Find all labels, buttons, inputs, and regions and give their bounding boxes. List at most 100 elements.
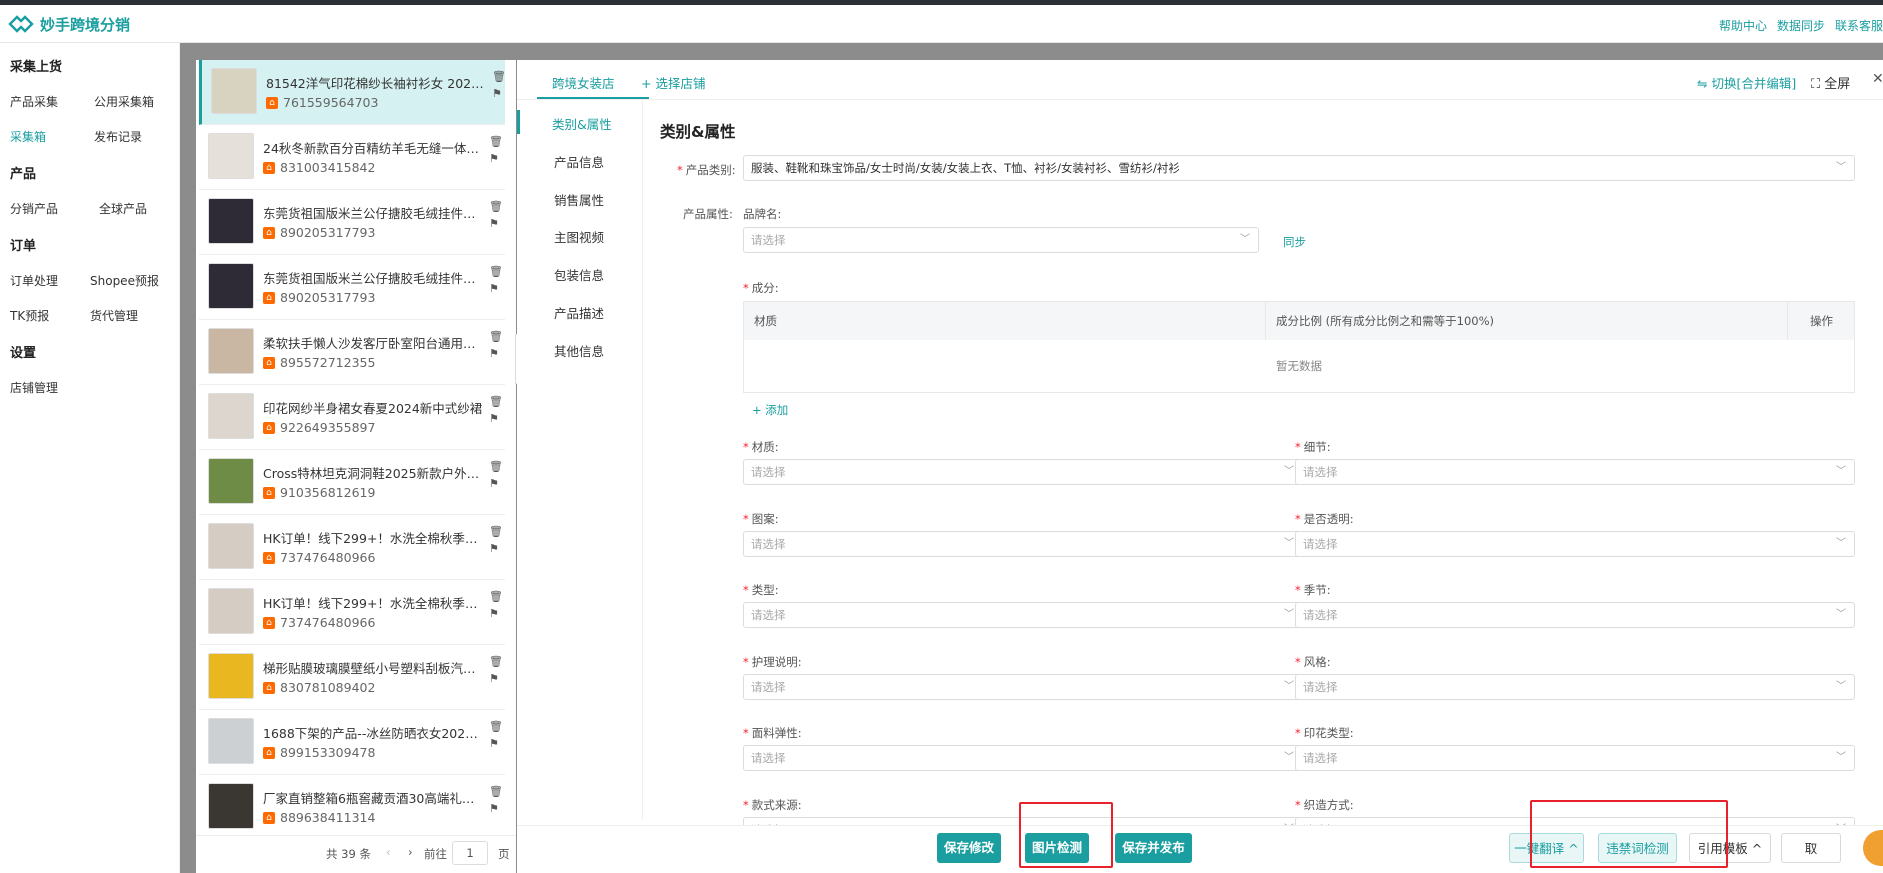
close-icon[interactable]: ✕: [1872, 71, 1883, 87]
attr-field-select[interactable]: 请选择 ﹀: [743, 530, 1303, 557]
section-nav-sales-attr[interactable]: 销售属性: [554, 190, 604, 209]
trash-icon[interactable]: 🗑: [489, 525, 503, 538]
flag-icon[interactable]: ⚑: [489, 542, 501, 555]
next-page-icon[interactable]: ›: [408, 845, 413, 859]
list-item[interactable]: 柔软扶手懒人沙发客厅卧室阳台通用休闲椅 ⌂ 895572712355 🗑 ⚑: [199, 320, 505, 385]
flag-icon[interactable]: ⚑: [489, 477, 501, 490]
prev-page-icon[interactable]: ‹: [386, 845, 391, 859]
flag-icon[interactable]: ⚑: [492, 87, 504, 100]
list-item[interactable]: 梯形贴膜玻璃膜壁纸小号塑料刮板汽车贴膜 ⌂ 830781089402 🗑 ⚑: [199, 645, 505, 710]
section-nav-product-info[interactable]: 产品信息: [554, 152, 604, 171]
chevron-down-icon: ﹀: [1284, 752, 1294, 763]
select-shop-button[interactable]: + 选择店铺: [641, 73, 705, 92]
attr-field-label: * 面料弹性:: [743, 726, 802, 740]
section-nav-category[interactable]: 类别&属性: [552, 114, 612, 133]
save-publish-button[interactable]: 保存并发布: [1115, 833, 1192, 863]
fullscreen-button[interactable]: ⛶ 全屏: [1811, 73, 1850, 92]
flag-icon[interactable]: ⚑: [489, 737, 501, 750]
trash-icon[interactable]: 🗑: [489, 330, 503, 343]
highlight-box-image-check: [1019, 802, 1113, 868]
sidebar-item-shop-manage[interactable]: 店铺管理: [10, 379, 58, 396]
add-composition-button[interactable]: + 添加: [752, 402, 788, 418]
chat-widget-icon[interactable]: [1863, 830, 1883, 866]
attr-field-select[interactable]: 请选择 ﹀: [1295, 459, 1855, 485]
product-thumbnail: [208, 133, 254, 179]
trash-icon[interactable]: 🗑: [489, 135, 503, 148]
trash-icon[interactable]: 🗑: [489, 395, 503, 408]
contact-support-link[interactable]: 联系客服: [1835, 17, 1883, 34]
flag-icon[interactable]: ⚑: [489, 217, 501, 230]
flag-icon[interactable]: ⚑: [489, 282, 501, 295]
flag-icon[interactable]: ⚑: [489, 347, 501, 360]
section-nav-description[interactable]: 产品描述: [554, 303, 604, 322]
section-nav-indicator: [517, 110, 520, 134]
product-title: 柔软扶手懒人沙发客厅卧室阳台通用休闲椅: [263, 336, 483, 351]
trash-icon[interactable]: 🗑: [489, 655, 503, 668]
chevron-down-icon: ﹀: [1284, 609, 1294, 620]
sidebar-item-collect-box[interactable]: 采集箱: [10, 128, 46, 145]
product-id: 899153309478: [280, 745, 376, 760]
list-item[interactable]: 东莞货祖国版米兰公仔搪胶毛绒挂件钥匙扣 ⌂ 890205317793 🗑 ⚑: [199, 255, 505, 320]
switch-merge-edit-button[interactable]: ⇋ 切换[合并编辑]: [1697, 73, 1796, 92]
flag-icon[interactable]: ⚑: [489, 607, 501, 620]
sidebar-item-dist-product[interactable]: 分销产品: [10, 200, 58, 217]
sync-brand-button[interactable]: 同步: [1283, 234, 1306, 250]
list-item[interactable]: 印花网纱半身裙女春夏2024新中式纱裙 ⌂ 922649355897 🗑 ⚑: [199, 385, 505, 450]
list-item[interactable]: 1688下架的产品--冰丝防晒衣女2025新款 ⌂ 899153309478 🗑 ⚑: [199, 710, 505, 775]
product-id-row: ⌂ 899153309478: [263, 745, 375, 760]
tab-shop[interactable]: 跨境女装店: [552, 73, 615, 92]
flag-icon[interactable]: ⚑: [489, 152, 501, 165]
list-item[interactable]: HK订单！线下299+！水洗全棉秋季新款 ⌂ 737476480966 🗑 ⚑: [199, 580, 505, 645]
attr-field-select[interactable]: 请选择 ﹀: [743, 602, 1303, 628]
list-item[interactable]: HK订单！线下299+！水洗全棉秋季新款 ⌂ 737476480966 🗑 ⚑: [199, 515, 505, 580]
category-select[interactable]: 服装、鞋靴和珠宝饰品/女士时尚/女装/女装上衣、T恤、衬衫/女装衬衫、雪纺衫/衬…: [743, 155, 1855, 181]
product-id: 737476480966: [280, 615, 376, 630]
list-item[interactable]: Cross特林坦克洞洞鞋2025新款户外沙滩鞋 ⌂ 910356812619 🗑 ⚑: [199, 450, 505, 515]
attr-field-select[interactable]: 请选择 ﹀: [1295, 602, 1855, 628]
attr-field-select[interactable]: 请选择 ﹀: [743, 459, 1303, 485]
product-thumbnail: [208, 653, 254, 699]
section-nav-other[interactable]: 其他信息: [554, 341, 604, 360]
list-item[interactable]: 东莞货祖国版米兰公仔搪胶毛绒挂件钥匙扣 ⌂ 890205317793 🗑 ⚑: [199, 190, 505, 255]
sidebar-item-global-product[interactable]: 全球产品: [99, 200, 147, 217]
sidebar-item-public-box[interactable]: 公用采集箱: [94, 93, 154, 110]
sidebar-item-forwarder[interactable]: 货代管理: [90, 307, 138, 324]
data-sync-link[interactable]: 数据同步: [1777, 17, 1825, 34]
sidebar-item-tk-forecast[interactable]: TK预报: [10, 307, 49, 324]
flag-icon[interactable]: ⚑: [489, 412, 501, 425]
page-input[interactable]: 1: [452, 841, 488, 865]
trash-icon[interactable]: 🗑: [489, 265, 503, 278]
list-item[interactable]: 厂家直销整箱6瓶窖藏贡酒30高端礼盒装 ⌂ 889638411314 🗑 ⚑: [199, 775, 505, 840]
app-logo: 妙手跨境分销: [8, 13, 130, 35]
section-nav-main-video[interactable]: 主图视频: [554, 227, 604, 246]
trash-icon[interactable]: 🗑: [489, 200, 503, 213]
section-nav-package[interactable]: 包装信息: [554, 265, 604, 284]
table-header-action: 操作: [1788, 302, 1854, 340]
cancel-button[interactable]: 取: [1781, 833, 1841, 863]
trash-icon[interactable]: 🗑: [489, 460, 503, 473]
sidebar-item-product-collect[interactable]: 产品采集: [10, 93, 58, 110]
trash-icon[interactable]: 🗑: [489, 785, 503, 798]
list-item[interactable]: 81542洋气印花棉纱长袖衬衫女 2024新款 ⌂ 761559564703 🗑 ⚑: [199, 60, 506, 125]
list-item[interactable]: 24秋冬新款百分百精纺羊毛无缝一体成型 ⌂ 831003415842 🗑 ⚑: [199, 125, 505, 190]
attr-field-select[interactable]: 请选择 ﹀: [743, 745, 1303, 771]
trash-icon[interactable]: 🗑: [492, 70, 506, 83]
attr-field-label: * 是否透明:: [1295, 511, 1354, 526]
attr-field-select[interactable]: 请选择 ﹀: [1295, 673, 1855, 700]
composition-table: 材质 成分比例 (所有成分比例之和需等于100%) 操作 暂无数据: [743, 301, 1855, 393]
trash-icon[interactable]: 🗑: [489, 720, 503, 733]
brand-select[interactable]: 请选择 ﹀: [743, 227, 1259, 253]
save-button[interactable]: 保存修改: [937, 833, 1001, 863]
trash-icon[interactable]: 🗑: [489, 590, 503, 603]
attr-field-select[interactable]: 请选择 ﹀: [1295, 745, 1855, 771]
sidebar-item-publish-record[interactable]: 发布记录: [94, 128, 142, 145]
help-center-link[interactable]: 帮助中心: [1719, 17, 1767, 34]
attr-field-select[interactable]: 请选择 ﹀: [1295, 530, 1855, 557]
attr-field-select[interactable]: 请选择 ﹀: [743, 673, 1303, 700]
product-title: Cross特林坦克洞洞鞋2025新款户外沙滩鞋: [263, 466, 483, 481]
flag-icon[interactable]: ⚑: [489, 802, 501, 815]
sidebar-item-order-process[interactable]: 订单处理: [10, 272, 58, 289]
sidebar-item-shopee-forecast[interactable]: Shopee预报: [90, 272, 159, 289]
flag-icon[interactable]: ⚑: [489, 672, 501, 685]
select-placeholder: 请选择: [751, 465, 786, 479]
